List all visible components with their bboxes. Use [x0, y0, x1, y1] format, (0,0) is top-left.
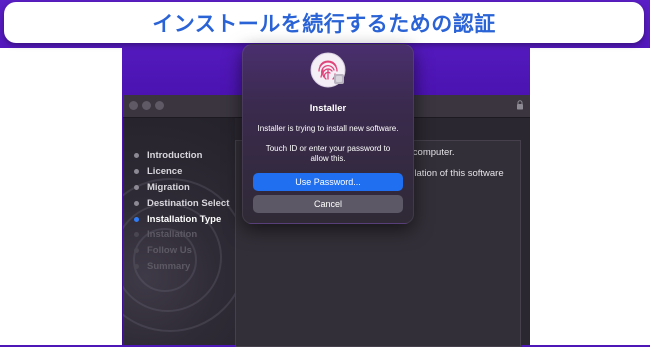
step-bullet: [134, 169, 139, 175]
cancel-button[interactable]: Cancel: [253, 195, 403, 213]
step-bullet: [134, 184, 139, 190]
content-text-line2: allation of this software: [407, 168, 504, 179]
step-licence: Licence: [134, 164, 229, 180]
step-summary: Summary: [134, 259, 229, 275]
steps-sidebar: Introduction Licence Migration Destinati…: [123, 118, 235, 345]
dialog-message: Installer is trying to install new softw…: [257, 124, 399, 133]
step-label: Migration: [147, 181, 190, 193]
step-bullet-current: [134, 216, 139, 222]
minimize-window-button[interactable]: [142, 101, 151, 110]
lock-icon: [517, 100, 523, 110]
step-label: Installation: [147, 229, 198, 241]
caption-text: インストールを続行するための認証: [152, 11, 496, 36]
step-bullet: [134, 200, 139, 206]
fingerprint-icon: [310, 52, 346, 88]
zoom-window-button[interactable]: [155, 101, 164, 110]
dialog-title: Installer: [309, 103, 347, 114]
use-password-button[interactable]: Use Password...: [253, 173, 403, 191]
step-bullet: [134, 263, 139, 269]
step-label: Introduction: [147, 150, 203, 162]
step-label: Destination Select: [147, 197, 230, 209]
content-text-line1: r computer.: [407, 147, 455, 158]
step-bullet: [134, 232, 139, 238]
caption-banner: インストールを続行するための認証: [4, 2, 644, 43]
step-label: Summary: [147, 260, 191, 272]
step-list: Introduction Licence Migration Destinati…: [134, 148, 229, 274]
step-label: Licence: [147, 166, 183, 178]
step-label: Follow Us: [147, 245, 192, 257]
close-window-button[interactable]: [129, 101, 138, 110]
step-migration: Migration: [134, 180, 229, 196]
step-installation: Installation: [134, 227, 229, 243]
left-margin: [0, 48, 122, 345]
dialog-hint: Touch ID or enter your password to allow…: [265, 144, 391, 163]
step-introduction: Introduction: [134, 148, 229, 164]
auth-dialog: Installer Installer is trying to install…: [242, 44, 414, 224]
right-margin: [530, 48, 650, 345]
step-installation-type: Installation Type: [134, 211, 229, 227]
step-destination-select: Destination Select: [134, 195, 229, 211]
step-follow-us: Follow Us: [134, 243, 229, 259]
step-bullet: [134, 248, 139, 254]
step-bullet: [134, 153, 139, 159]
step-label: Installation Type: [147, 213, 222, 225]
